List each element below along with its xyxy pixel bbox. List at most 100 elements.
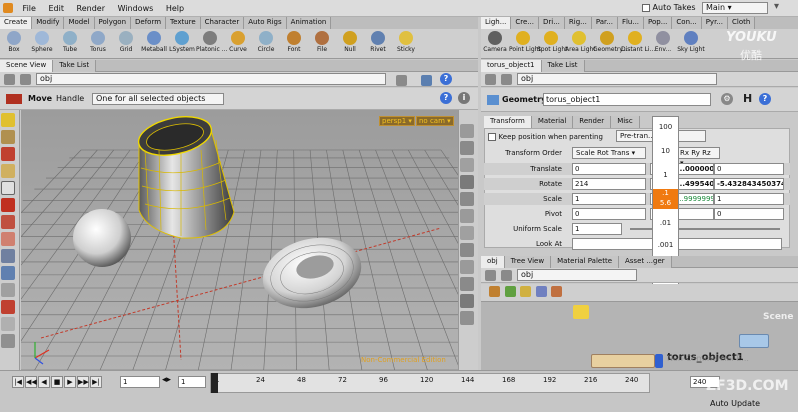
- tab-material-palette[interactable]: Material Palette: [551, 256, 619, 268]
- lighting-icon[interactable]: [460, 141, 474, 155]
- network-tool-5-icon[interactable]: [551, 286, 563, 297]
- torus-node-flag[interactable]: [655, 354, 663, 368]
- magnet-tool-icon[interactable]: [1, 164, 15, 178]
- param-help-icon[interactable]: ?: [759, 93, 771, 105]
- tool-help-icon[interactable]: ?: [440, 92, 452, 104]
- misc-tool-icon[interactable]: [1, 334, 15, 348]
- network-path-field[interactable]: obj: [517, 269, 637, 281]
- shelf-tool-curve[interactable]: Curve: [224, 29, 252, 58]
- brush-tool-icon[interactable]: [1, 147, 15, 161]
- ladder-step[interactable]: 1: [653, 171, 678, 179]
- shelf-tool-null[interactable]: Null: [336, 29, 364, 58]
- network-forward-icon[interactable]: [500, 270, 512, 281]
- points-icon[interactable]: [460, 192, 474, 206]
- parm-field[interactable]: 214: [572, 178, 646, 190]
- menu-edit[interactable]: Edit: [43, 0, 69, 15]
- pin-icon[interactable]: [395, 73, 408, 88]
- shelf-tab-par[interactable]: Par...: [591, 17, 618, 29]
- camera-menu[interactable]: no cam ▾: [416, 116, 454, 126]
- tab-take-list[interactable]: Take List: [53, 60, 97, 72]
- arrow-tool-icon[interactable]: [1, 181, 15, 195]
- shelf-tab-pop[interactable]: Pop...: [644, 17, 673, 29]
- viewport[interactable]: persp1 ▾ no cam ▾ Non-Commercial Edition: [21, 110, 458, 370]
- network-tool-1-icon[interactable]: [489, 286, 500, 297]
- ladder-step[interactable]: .01: [653, 219, 678, 227]
- shelf-tool-file[interactable]: File: [308, 29, 336, 58]
- tab-asset-manager[interactable]: Asset ...ger: [619, 256, 672, 268]
- tab-scene-view[interactable]: Scene View: [0, 60, 54, 72]
- parm-field[interactable]: 1: [572, 193, 646, 205]
- shelf-tool-platonic[interactable]: Platonic ...: [196, 29, 227, 58]
- tab-tree-view[interactable]: Tree View: [504, 256, 552, 268]
- flat-icon[interactable]: [460, 260, 474, 274]
- parm-field[interactable]: 0: [714, 163, 784, 175]
- shading-icon[interactable]: [460, 158, 474, 172]
- shelf-tool-sky-light[interactable]: Sky Light: [677, 29, 705, 58]
- parm-field[interactable]: 0: [714, 208, 784, 220]
- desktop-select[interactable]: Main ▾: [702, 2, 768, 14]
- network-editor[interactable]: Scene torus_object1 Non-Commercial E...: [481, 284, 798, 370]
- menu-help[interactable]: Help: [161, 0, 189, 15]
- select-tool-icon[interactable]: [1, 113, 15, 127]
- shelf-tool-geometry[interactable]: Geometry...: [593, 29, 628, 58]
- parm-field[interactable]: ...49954020: [674, 178, 714, 190]
- shelf-tab-create[interactable]: Create: [0, 17, 33, 29]
- parm-field[interactable]: 1: [572, 223, 622, 235]
- menu-arrow-icon[interactable]: ▾: [774, 1, 779, 12]
- shelf-tool-sphere[interactable]: Sphere: [28, 29, 56, 58]
- shelf-tab-polygon[interactable]: Polygon: [94, 17, 132, 29]
- param-back-icon[interactable]: [485, 74, 496, 85]
- play-reverse-icon[interactable]: ◀: [38, 376, 50, 388]
- shelf-tool-metaball[interactable]: Metaball: [140, 29, 168, 58]
- camera-tool-icon[interactable]: [1, 266, 15, 280]
- shelf-tab-pyr[interactable]: Pyr...: [701, 17, 728, 29]
- shelf-tool-camera[interactable]: Camera: [481, 29, 509, 58]
- menu-windows[interactable]: Windows: [113, 0, 159, 15]
- network-node-icon[interactable]: [573, 305, 589, 319]
- start-frame-field[interactable]: 1: [178, 376, 206, 388]
- shelf-tab-model[interactable]: Model: [64, 17, 95, 29]
- view-tool-icon[interactable]: [1, 249, 15, 263]
- parm-field[interactable]: -5.432843450374: [714, 178, 784, 190]
- stop-icon[interactable]: ■: [51, 376, 63, 388]
- shelf-tool-torus[interactable]: Torus: [84, 29, 112, 58]
- shelf-tab-deform[interactable]: Deform: [131, 17, 167, 29]
- move-handle-icon[interactable]: [1, 198, 15, 212]
- parm-field[interactable]: ...00000000: [674, 163, 714, 175]
- rotate-handle-icon[interactable]: [1, 215, 15, 229]
- keep-position-toggle[interactable]: Keep position when parenting: [488, 132, 603, 141]
- parm-field[interactable]: 1: [714, 193, 784, 205]
- backface-icon[interactable]: [460, 311, 474, 325]
- last-frame-icon[interactable]: ▶|: [90, 376, 102, 388]
- ladder-step[interactable]: 100: [653, 123, 678, 131]
- shelf-tool-lsystem[interactable]: LSystem: [168, 29, 196, 58]
- normals-icon[interactable]: [460, 209, 474, 223]
- tab-misc[interactable]: Misc: [611, 116, 640, 128]
- ladder-step[interactable]: .001: [653, 241, 678, 249]
- node-name-field[interactable]: torus_object1: [543, 93, 711, 106]
- shelf-tab-cloth[interactable]: Cloth: [727, 17, 756, 29]
- shelf-tool-area-light[interactable]: Area Light: [565, 29, 596, 58]
- tool-info-icon[interactable]: i: [458, 92, 470, 104]
- tab-torus-object1[interactable]: torus_object1: [481, 60, 542, 72]
- transform-order-select[interactable]: Scale Rot Trans ▾: [572, 147, 646, 159]
- auto-takes-toggle[interactable]: Auto Takes: [642, 3, 696, 12]
- handle-tool-icon[interactable]: [1, 300, 15, 314]
- sphere-object[interactable]: [73, 209, 131, 267]
- frame-ruler[interactable]: 124487296120144168192216240: [210, 373, 650, 393]
- prev-key-icon[interactable]: ◀◀: [25, 376, 37, 388]
- textured-icon[interactable]: [460, 277, 474, 291]
- shelf-tab-ligh[interactable]: Ligh...: [481, 17, 512, 29]
- scene-path-field[interactable]: obj: [36, 73, 386, 85]
- play-icon[interactable]: ▶: [64, 376, 76, 388]
- network-tool-4-icon[interactable]: [535, 286, 547, 297]
- scene-node[interactable]: [739, 334, 769, 348]
- shelf-tab-cre[interactable]: Cre...: [511, 17, 539, 29]
- forward-icon[interactable]: [19, 74, 31, 85]
- menu-file[interactable]: File: [18, 0, 41, 15]
- shelf-tab-modify[interactable]: Modify: [32, 17, 65, 29]
- shelf-tool-font[interactable]: Font: [280, 29, 308, 58]
- param-forward-icon[interactable]: [500, 74, 512, 85]
- help-h-icon[interactable]: H: [743, 92, 752, 105]
- gear-icon[interactable]: ⚙: [721, 93, 733, 105]
